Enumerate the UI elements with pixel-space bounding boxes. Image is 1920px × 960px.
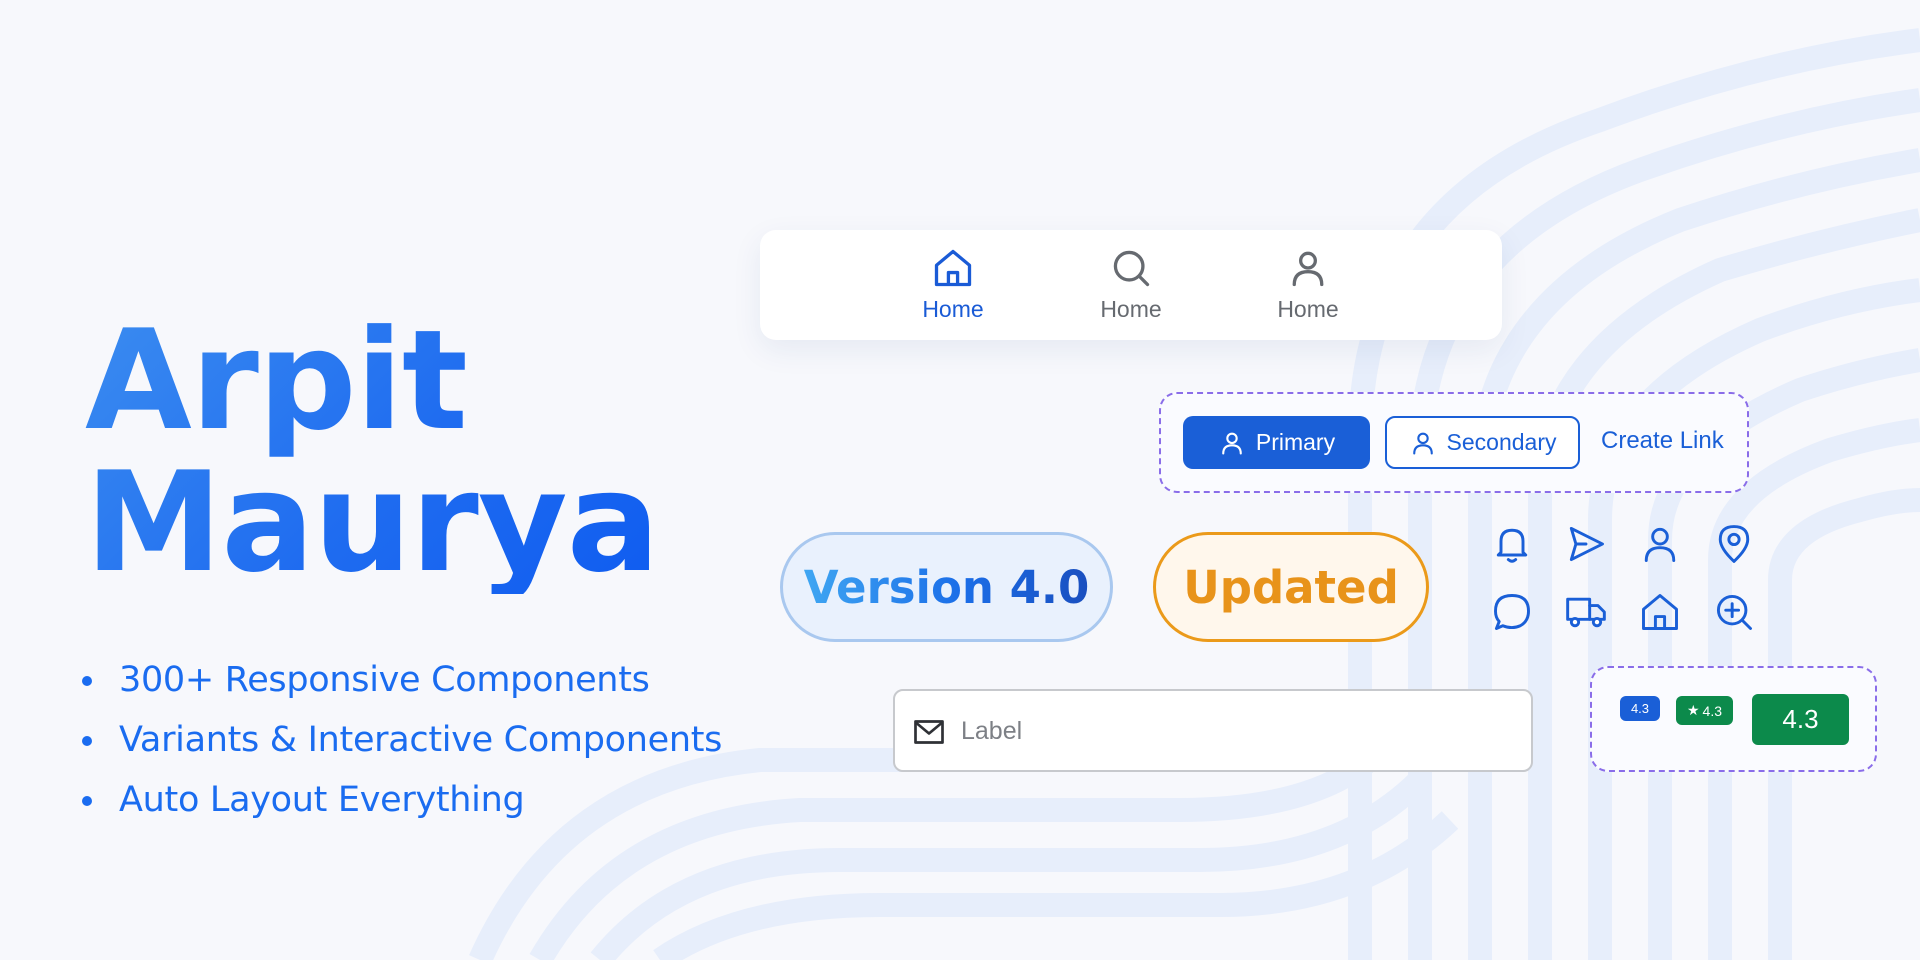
version-badge: Version 4.0 <box>780 532 1113 642</box>
secondary-button-label: Secondary <box>1446 429 1557 455</box>
rating-badge-medium-value: 4.3 <box>1702 702 1723 719</box>
home-icon[interactable] <box>1638 590 1682 634</box>
updated-badge: Updated <box>1153 532 1429 642</box>
home-icon <box>934 249 972 287</box>
rating-badge-large: 4.3 <box>1752 694 1849 745</box>
create-link-button[interactable]: Create Link <box>1601 427 1724 455</box>
navigation-bar: Home Home Home <box>760 230 1502 340</box>
user-icon <box>1412 432 1433 455</box>
star-icon: ★ <box>1686 702 1700 718</box>
hero-title: Arpit Maurya <box>85 310 659 594</box>
feature-item: Variants & Interactive Components <box>82 710 722 770</box>
primary-button-label: Primary <box>1255 429 1336 455</box>
user-icon[interactable] <box>1638 522 1682 566</box>
nav-item-profile[interactable]: Home <box>1248 246 1368 326</box>
zoom-in-icon[interactable] <box>1712 590 1756 634</box>
email-input[interactable] <box>961 709 1501 753</box>
rating-variants-group: 4.3 ★ 4.3 4.3 <box>1590 666 1877 772</box>
button-variants-group: Primary Secondary Create Link <box>1159 392 1749 493</box>
email-field <box>893 689 1533 772</box>
nav-item-label: Home <box>1277 296 1339 322</box>
user-icon <box>1292 251 1324 287</box>
hero-title-line-2: Maurya <box>85 442 659 603</box>
hero-title-line-1: Arpit <box>85 300 467 461</box>
user-icon <box>1222 432 1242 455</box>
feature-list: 300+ Responsive Components Variants & In… <box>82 650 722 830</box>
rating-badge-small: 4.3 <box>1620 696 1660 721</box>
feature-item: Auto Layout Everything <box>82 770 722 830</box>
truck-icon[interactable] <box>1564 590 1608 634</box>
updated-badge-label: Updated <box>1183 560 1399 614</box>
nav-item-home[interactable]: Home <box>893 246 1013 326</box>
send-icon[interactable] <box>1564 522 1608 566</box>
version-badge-label: Version 4.0 <box>803 560 1090 614</box>
location-pin-icon[interactable] <box>1712 522 1756 566</box>
bell-icon[interactable] <box>1490 522 1534 566</box>
primary-button[interactable]: Primary <box>1183 416 1370 469</box>
search-icon <box>1113 250 1150 287</box>
chat-bubble-icon[interactable] <box>1490 590 1534 634</box>
feature-item: 300+ Responsive Components <box>82 650 722 710</box>
secondary-button[interactable]: Secondary <box>1385 416 1580 469</box>
nav-item-label: Home <box>1100 296 1162 322</box>
nav-item-label: Home <box>922 296 984 322</box>
rating-badge-medium: ★ 4.3 <box>1676 696 1733 725</box>
icon-grid <box>1490 522 1790 638</box>
nav-item-search[interactable]: Home <box>1071 246 1191 326</box>
mail-icon <box>914 720 944 744</box>
